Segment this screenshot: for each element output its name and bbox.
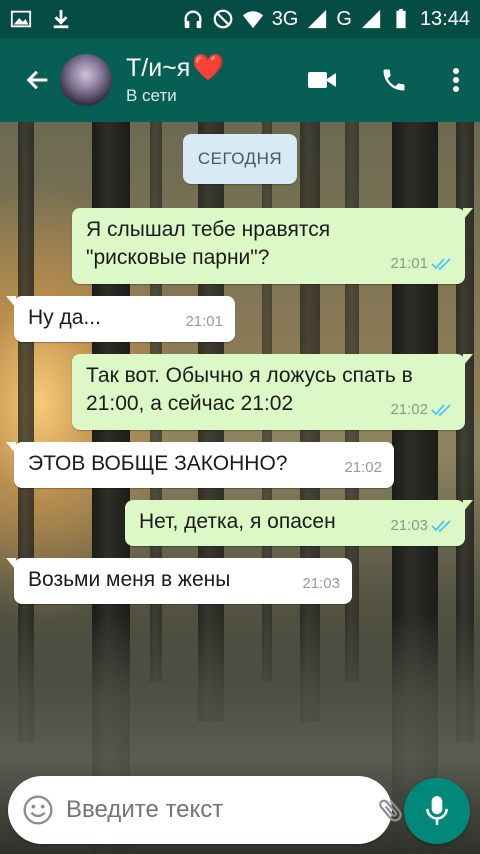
message-bubble-incoming[interactable]: Ну да... 21:01 [6,296,235,342]
battery-icon [396,8,406,29]
contact-name: Т/и~я ❤️ [126,54,225,82]
message-bubble-outgoing[interactable]: Я слышал тебе нравятся "рисковые парни"?… [72,208,473,284]
read-ticks-icon [431,520,451,533]
download-icon [53,9,69,29]
message-input[interactable] [66,796,376,824]
attach-button[interactable] [376,788,406,832]
message-bubble-incoming[interactable]: Возьми меня в жены 21:03 [6,558,352,604]
dnd-icon [213,9,233,29]
chat-header: Т/и~я ❤️ В сети [0,38,480,122]
network-type-label-2: G [336,7,352,30]
message-time: 21:01 [185,313,223,330]
status-bar: 3G G 13:44 [0,0,480,38]
signal-icon-2 [361,9,381,29]
message-bubble-outgoing[interactable]: Так вот. Обычно я ложусь спать в 21:00, … [72,354,473,430]
video-call-icon [308,72,336,88]
phone-icon [383,69,405,91]
voice-call-button[interactable] [366,52,422,108]
message-time: 21:03 [302,575,340,592]
paperclip-icon [379,799,402,822]
date-divider: СЕГОДНЯ [183,134,297,184]
message-bubble-incoming[interactable]: ЭТОВ ВОБЩЕ ЗАКОННО? 21:02 [6,442,394,488]
contact-status: В сети [126,86,177,105]
more-vert-icon [453,68,459,92]
read-ticks-icon [431,404,451,417]
back-arrow-icon [26,70,48,90]
video-call-button[interactable] [294,52,350,108]
back-button[interactable] [18,60,58,100]
contact-info[interactable]: Т/и~я ❤️ В сети [126,54,225,106]
message-text: Возьми меня в жены [28,568,231,591]
mic-icon [426,796,448,825]
more-options-button[interactable] [436,52,476,108]
message-composer [8,776,448,844]
wifi-icon [242,11,263,29]
voice-record-button[interactable] [404,778,470,844]
message-text: ЭТОВ ВОБЩЕ ЗАКОННО? [28,452,288,475]
headset-icon [184,10,202,29]
emoji-icon [23,795,53,825]
message-time: 21:01 [390,255,428,272]
contact-name-text: Т/и~я [126,54,191,82]
gallery-icon [10,10,32,28]
message-time: 21:02 [344,459,382,476]
contact-avatar[interactable] [60,54,112,106]
signal-icon [308,9,327,29]
emoji-button[interactable] [22,788,54,832]
message-time: 21:03 [390,517,428,534]
heart-emoji: ❤️ [192,53,225,83]
message-bubble-outgoing[interactable]: Нет, детка, я опасен 21:03 [125,500,473,546]
status-time: 13:44 [419,7,470,30]
message-time: 21:02 [390,401,428,418]
read-ticks-icon [431,258,451,271]
network-type-label: 3G [271,7,299,30]
